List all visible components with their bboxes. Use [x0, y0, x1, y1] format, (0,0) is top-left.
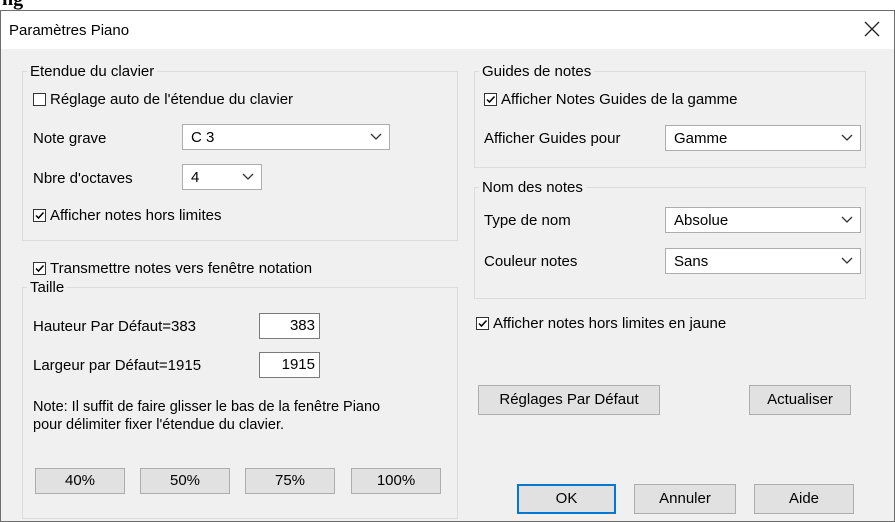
octaves-value: 4 — [191, 168, 200, 186]
checkbox-box[interactable] — [476, 317, 489, 330]
width-input[interactable]: 1915 — [259, 352, 320, 378]
show-guides-for-label: Afficher Guides pour — [484, 130, 621, 147]
help-button[interactable]: Aide — [754, 484, 854, 514]
size-note-line2: pour délimiter fixer l'étendue du clavie… — [33, 417, 285, 433]
defaults-button[interactable]: Réglages Par Défaut — [478, 385, 660, 415]
note-guides-group: Guides de notes — [474, 63, 866, 168]
zoom-50-button[interactable]: 50% — [140, 468, 230, 494]
note-color-value: Sans — [674, 252, 709, 270]
checkbox-box[interactable] — [484, 93, 497, 106]
cancel-button[interactable]: Annuler — [634, 484, 736, 514]
name-type-label: Type de nom — [484, 212, 571, 229]
octaves-dropdown[interactable]: 4 — [182, 164, 262, 190]
close-icon[interactable] — [860, 17, 884, 41]
checkbox-box[interactable] — [33, 93, 46, 106]
title-bar: Paramètres Piano — [1, 11, 894, 49]
show-guides-for-value: Gamme — [674, 129, 728, 147]
show-out-of-range-yellow-checkbox[interactable]: Afficher notes hors limites en jaune — [476, 315, 726, 332]
zoom-75-button[interactable]: 75% — [245, 468, 335, 494]
low-note-dropdown[interactable]: C 3 — [182, 124, 390, 150]
low-note-label: Note grave — [33, 130, 107, 147]
auto-range-label: Réglage auto de l'étendue du clavier — [50, 91, 294, 108]
size-note-line1: Note: Il suffit de faire glisser le bas … — [33, 399, 381, 415]
octaves-label: Nbre d'octaves — [33, 170, 133, 187]
size-legend: Taille — [30, 279, 65, 296]
show-scale-guides-label: Afficher Notes Guides de la gamme — [501, 91, 738, 108]
zoom-40-button[interactable]: 40% — [35, 468, 125, 494]
chevron-down-icon[interactable] — [239, 165, 257, 189]
note-guides-legend: Guides de notes — [482, 63, 592, 80]
chevron-down-icon[interactable] — [838, 249, 856, 273]
auto-range-checkbox[interactable]: Réglage auto de l'étendue du clavier — [33, 91, 293, 108]
chevron-down-icon[interactable] — [838, 126, 856, 150]
name-type-value: Absolue — [674, 211, 729, 229]
transmit-notation-checkbox[interactable]: Transmettre notes vers fenêtre notation — [33, 260, 312, 277]
transmit-notation-label: Transmettre notes vers fenêtre notation — [50, 260, 313, 277]
checkbox-box[interactable] — [33, 209, 46, 222]
refresh-button[interactable]: Actualiser — [749, 385, 851, 415]
piano-settings-dialog: Paramètres Piano Etendue du clavier Régl… — [0, 10, 895, 522]
show-scale-guides-checkbox[interactable]: Afficher Notes Guides de la gamme — [484, 91, 738, 108]
note-color-label: Couleur notes — [484, 253, 578, 270]
checkbox-box[interactable] — [33, 262, 46, 275]
name-type-dropdown[interactable]: Absolue — [665, 207, 861, 233]
show-out-of-range-yellow-label: Afficher notes hors limites en jaune — [493, 315, 727, 332]
width-label: Largeur par Défaut=1915 — [33, 357, 202, 374]
chevron-down-icon[interactable] — [838, 208, 856, 232]
show-out-of-range-checkbox[interactable]: Afficher notes hors limites — [33, 207, 221, 224]
show-out-of-range-label: Afficher notes hors limites — [50, 207, 222, 224]
ok-button[interactable]: OK — [517, 484, 616, 514]
height-input[interactable]: 383 — [259, 313, 320, 339]
height-label: Hauteur Par Défaut=383 — [33, 318, 197, 335]
background-page: ng — [0, 0, 895, 10]
note-names-legend: Nom des notes — [482, 179, 583, 196]
note-names-group: Nom des notes — [474, 179, 866, 299]
note-color-dropdown[interactable]: Sans — [665, 248, 861, 274]
chevron-down-icon[interactable] — [367, 125, 385, 149]
low-note-value: C 3 — [191, 128, 215, 146]
keyboard-range-legend: Etendue du clavier — [30, 63, 155, 80]
zoom-100-button[interactable]: 100% — [351, 468, 441, 494]
window-title: Paramètres Piano — [9, 22, 130, 39]
show-guides-for-dropdown[interactable]: Gamme — [665, 125, 861, 151]
